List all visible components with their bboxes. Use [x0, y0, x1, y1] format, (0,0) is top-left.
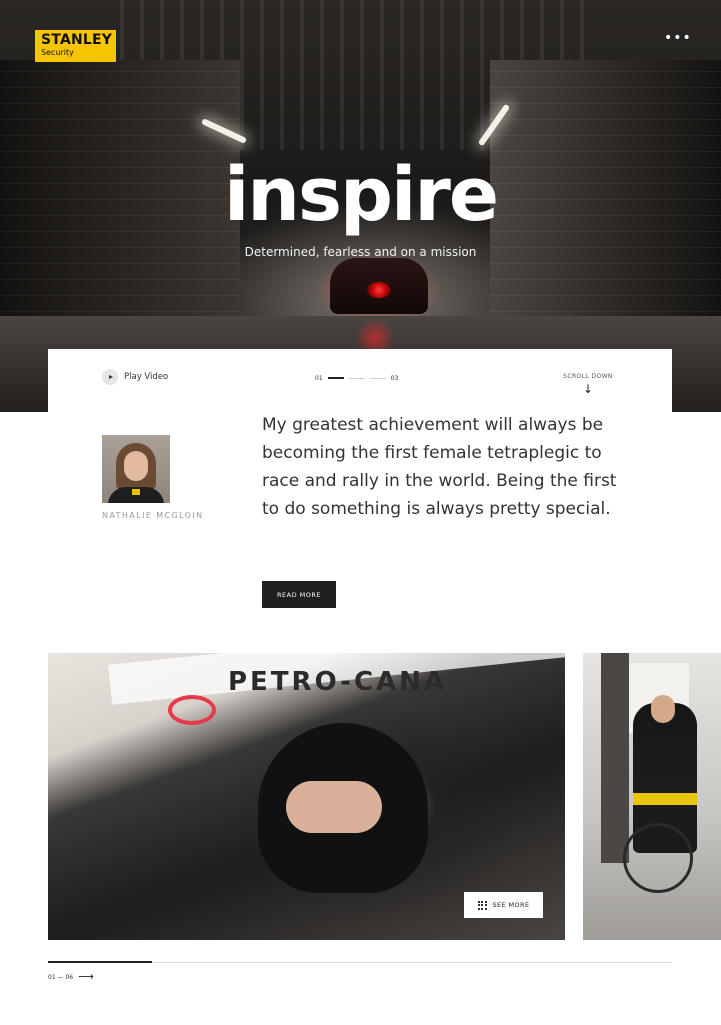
play-icon: [102, 369, 118, 385]
gallery-next-button[interactable]: 01 — 06 ⟶: [48, 970, 94, 983]
grid-icon: [477, 900, 487, 910]
gallery-progress-fill: [48, 961, 152, 963]
pager-start: 01: [315, 374, 323, 382]
person-name: NATHALIE MCGLOIN: [102, 511, 204, 520]
wheelchair-wheel: [623, 823, 693, 893]
pager-segment-2[interactable]: [348, 377, 365, 379]
ellipsis-icon[interactable]: •••: [664, 31, 691, 50]
avatar: [102, 435, 170, 503]
taillight: [367, 282, 391, 298]
quote-text: My greatest achievement will always be b…: [262, 415, 617, 519]
play-video-button[interactable]: Play Video: [102, 369, 168, 385]
driver-face-image: [286, 781, 382, 833]
car-logo-decal: [168, 695, 216, 725]
read-more-button[interactable]: READ MORE: [262, 581, 336, 608]
scroll-down-button[interactable]: SCROLL DOWN ↓: [548, 373, 628, 396]
car-brand-text: PETRO-CANA: [228, 667, 448, 697]
see-more-button[interactable]: SEE MORE: [464, 892, 543, 918]
hero-car-image: [330, 258, 428, 314]
see-more-label: SEE MORE: [492, 901, 530, 909]
arrow-down-icon: ↓: [582, 382, 594, 396]
gallery-counter: 01 — 06: [48, 973, 74, 981]
gallery-progress-track: [48, 961, 672, 963]
scroll-down-label: SCROLL DOWN: [563, 373, 613, 380]
pager-segment-3[interactable]: [369, 377, 386, 379]
athlete-head: [651, 695, 675, 723]
gallery-card-next[interactable]: [583, 653, 721, 940]
pager-end: 03: [390, 374, 399, 382]
stanley-security-logo[interactable]: STANLEY Security: [35, 30, 116, 62]
logo-name: STANLEY: [41, 32, 113, 48]
hero-control-bar: Play Video 01 03 SCROLL DOWN ↓: [48, 349, 672, 412]
hero-subtitle: Determined, fearless and on a mission: [244, 245, 477, 259]
slide-pager: 01 03: [315, 373, 398, 383]
pager-segment-1[interactable]: [327, 377, 344, 379]
arrow-right-icon: ⟶: [78, 970, 94, 983]
logo-subtitle: Security: [41, 48, 74, 57]
garage-pillar: [601, 653, 629, 863]
hero-title: inspire: [223, 152, 499, 238]
play-video-label: Play Video: [124, 372, 169, 382]
